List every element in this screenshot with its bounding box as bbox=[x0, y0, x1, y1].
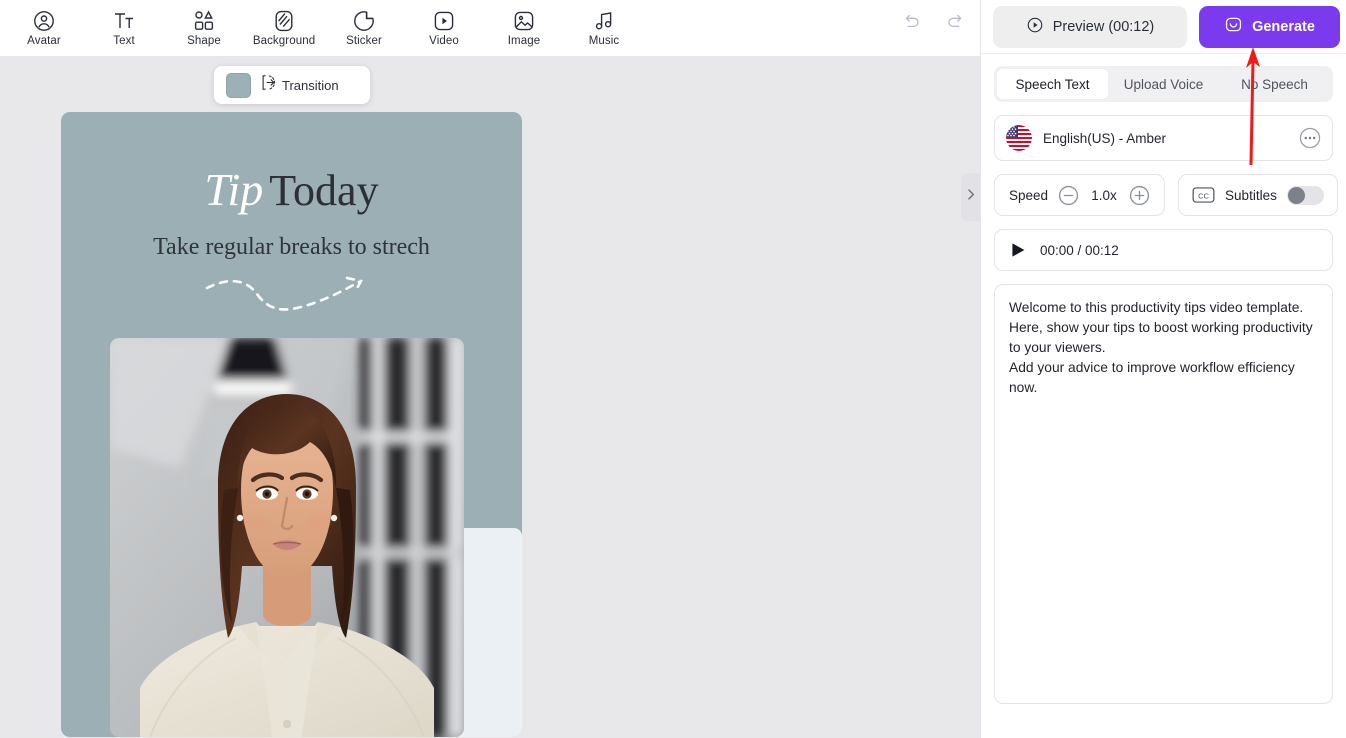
transition-icon bbox=[259, 73, 278, 97]
video-icon bbox=[432, 9, 456, 33]
player-time: 00:00 / 00:12 bbox=[1040, 242, 1119, 258]
speed-control: Speed 1.0x bbox=[994, 174, 1166, 216]
tool-shape[interactable]: Shape bbox=[164, 1, 244, 55]
preview-button[interactable]: Preview (00:12) bbox=[993, 5, 1187, 48]
history-controls bbox=[894, 6, 972, 40]
subtitles-control: CC Subtitles bbox=[1178, 174, 1338, 216]
speed-label: Speed bbox=[1009, 187, 1049, 203]
speed-subtitle-row: Speed 1.0x CC Subtitles bbox=[994, 174, 1338, 216]
more-options-icon[interactable] bbox=[1299, 127, 1321, 149]
tool-label: Image bbox=[507, 34, 541, 47]
redo-icon bbox=[945, 10, 966, 36]
avatar-video-frame[interactable] bbox=[110, 338, 464, 737]
background-icon bbox=[272, 9, 296, 33]
subtitles-label: Subtitles bbox=[1225, 187, 1277, 203]
tab-speech-text[interactable]: Speech Text bbox=[997, 69, 1108, 99]
speed-decrease-button[interactable] bbox=[1058, 185, 1079, 206]
tool-text[interactable]: Text bbox=[84, 1, 164, 55]
play-icon[interactable] bbox=[1009, 241, 1027, 259]
tool-label: Background bbox=[252, 34, 316, 47]
right-panel: Preview (00:12) Generate Speech Text Upl… bbox=[980, 0, 1346, 738]
speed-value: 1.0x bbox=[1091, 187, 1117, 203]
slide-title[interactable]: Tip Today bbox=[61, 164, 522, 217]
avatar-image bbox=[110, 338, 464, 737]
slide-title-italic: Tip bbox=[204, 164, 264, 215]
canvas-zone: Transition Tip Today Take regular breaks … bbox=[0, 57, 980, 738]
generate-button[interactable]: Generate bbox=[1199, 5, 1340, 48]
us-flag-icon bbox=[1006, 125, 1032, 151]
tool-sticker[interactable]: Sticker bbox=[324, 1, 404, 55]
generate-icon bbox=[1224, 15, 1243, 38]
tool-label: Shape bbox=[187, 34, 221, 47]
tool-music[interactable]: Music bbox=[564, 1, 644, 55]
voice-selector-card: English(US) - Amber bbox=[994, 115, 1333, 161]
avatar-icon bbox=[32, 9, 56, 33]
transition-button[interactable]: Transition bbox=[259, 73, 339, 97]
preview-play-icon bbox=[1026, 16, 1044, 38]
speech-mode-tabs: Speech Text Upload Voice No Speech bbox=[994, 66, 1333, 102]
tool-label: Text bbox=[113, 34, 135, 47]
undo-icon bbox=[901, 10, 922, 36]
audio-player: 00:00 / 00:12 bbox=[994, 229, 1333, 271]
image-icon bbox=[512, 9, 536, 33]
svg-text:CC: CC bbox=[1198, 191, 1209, 200]
transition-color-swatch[interactable] bbox=[226, 72, 251, 98]
voice-selector[interactable]: English(US) - Amber bbox=[995, 116, 1332, 160]
slide-title-rest: Today bbox=[269, 166, 379, 215]
subtitles-toggle[interactable] bbox=[1286, 185, 1324, 205]
undo-button[interactable] bbox=[894, 6, 928, 40]
tool-label: Avatar bbox=[27, 34, 61, 47]
voice-name: English(US) - Amber bbox=[1043, 130, 1167, 146]
chevron-right-icon bbox=[963, 187, 978, 207]
transition-toolbar: Transition bbox=[214, 66, 370, 104]
preview-label: Preview (00:12) bbox=[1052, 18, 1155, 35]
tool-video[interactable]: Video bbox=[404, 1, 484, 55]
tool-label: Music bbox=[588, 34, 620, 47]
transition-label: Transition bbox=[282, 77, 339, 93]
tool-label: Video bbox=[429, 34, 459, 47]
app-root: Avatar Text Shape Background Sticker Vid… bbox=[0, 0, 1346, 738]
cc-icon: CC bbox=[1192, 187, 1215, 203]
slide-canvas[interactable]: Tip Today Take regular breaks to strech bbox=[61, 112, 522, 737]
panel-header: Preview (00:12) Generate bbox=[981, 0, 1346, 54]
main-toolbar: Avatar Text Shape Background Sticker Vid… bbox=[0, 0, 980, 56]
music-icon bbox=[592, 9, 616, 33]
redo-button[interactable] bbox=[938, 6, 972, 40]
sticker-icon bbox=[352, 9, 376, 33]
dashed-arrow-decoration bbox=[205, 276, 363, 311]
tool-label: Sticker bbox=[346, 34, 382, 47]
toggle-knob bbox=[1287, 186, 1305, 204]
panel-collapse-handle[interactable] bbox=[961, 173, 980, 221]
speech-text-input[interactable]: Welcome to this productivity tips video … bbox=[994, 284, 1333, 704]
slide-subtitle[interactable]: Take regular breaks to strech bbox=[61, 232, 522, 262]
shape-icon bbox=[192, 9, 216, 33]
tab-upload-voice[interactable]: Upload Voice bbox=[1108, 69, 1219, 99]
tool-image[interactable]: Image bbox=[484, 1, 564, 55]
tab-no-speech[interactable]: No Speech bbox=[1219, 69, 1330, 99]
text-icon bbox=[112, 9, 136, 33]
speed-increase-button[interactable] bbox=[1129, 185, 1150, 206]
editor-area: Avatar Text Shape Background Sticker Vid… bbox=[0, 0, 980, 738]
tool-avatar[interactable]: Avatar bbox=[4, 1, 84, 55]
tool-background[interactable]: Background bbox=[244, 1, 324, 55]
generate-label: Generate bbox=[1252, 18, 1315, 35]
